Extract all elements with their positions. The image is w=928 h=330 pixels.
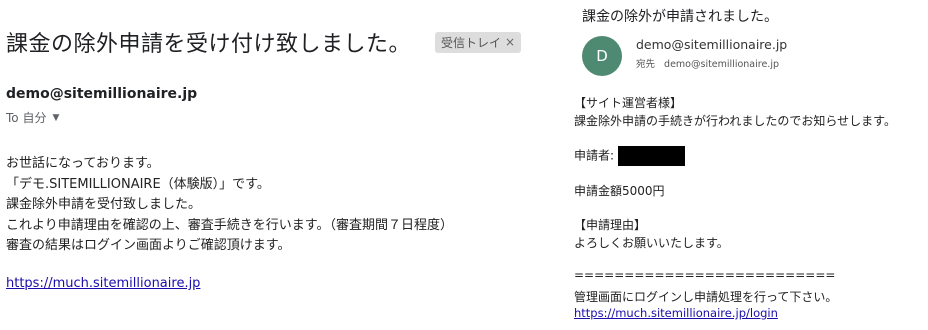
body-line: 「デモ.SITEMILLIONAIRE（体験版）」です。 (6, 176, 270, 192)
email-body: お世話になっております。 「デモ.SITEMILLIONAIRE（体験版）」です… (6, 154, 453, 257)
close-icon[interactable]: × (505, 35, 515, 49)
site-link[interactable]: https://much.sitemillionaire.jp (6, 276, 200, 291)
body-line: これより申請理由を確認の上、審査手続きを行います。（審査期間７日程度） (6, 217, 453, 233)
avatar-initial: D (596, 47, 608, 65)
sender-address[interactable]: demo@sitemillionaire.jp (6, 86, 197, 102)
reason-text: よろしくお願いいたします。 (574, 236, 729, 250)
recipient-row: 宛先 demo@sitemillionaire.jp (636, 56, 779, 70)
recipient-label: To 自分 (6, 111, 47, 125)
body-line: お世話になっております。 (6, 156, 160, 171)
reason-label: 【申請理由】 (574, 218, 647, 232)
subject-row: 課金の除外申請を受け付け致しました。 受信トレイ × (6, 26, 522, 58)
amount-text: 申請金額5000円 (574, 184, 665, 198)
email-subject: 課金の除外が申請されました。 (582, 9, 778, 25)
inbox-label-chip[interactable]: 受信トレイ × (435, 31, 522, 53)
footer-text: 管理画面にログインし申請処理を行って下さい。 (574, 290, 838, 304)
separator-line: ========================== (574, 268, 836, 282)
redacted-block (618, 146, 686, 166)
left-email-pane: 課金の除外申請を受け付け致しました。 受信トレイ × demo@sitemill… (0, 0, 560, 330)
body-line: 審査の結果はログイン画面よりご確認頂けます。 (6, 238, 291, 253)
screenshot-canvas: 課金の除外申請を受け付け致しました。 受信トレイ × demo@sitemill… (0, 0, 928, 330)
recipient-address[interactable]: demo@sitemillionaire.jp (664, 59, 779, 70)
body-line: 課金除外申請を受付致しました。 (6, 197, 202, 212)
greeting: 【サイト運営者様】 (574, 96, 683, 110)
recipient-row[interactable]: To 自分 ▼ (6, 109, 59, 126)
right-email-pane: 課金の除外が申請されました。 D demo@sitemillionaire.jp… (565, 0, 928, 330)
intro-text: 課金除外申請の手続きが行われましたのでお知らせします。 (574, 114, 896, 128)
login-link[interactable]: https://much.sitemillionaire.jp/login (574, 306, 778, 320)
avatar[interactable]: D (582, 36, 622, 76)
email-subject: 課金の除外申請を受け付け致しました。 (6, 32, 412, 57)
inbox-chip-label: 受信トレイ (441, 35, 502, 50)
applicant-row: 申請者: (574, 146, 686, 166)
chevron-down-icon[interactable]: ▼ (52, 113, 59, 123)
sender-address[interactable]: demo@sitemillionaire.jp (636, 37, 787, 52)
recipient-label: 宛先 (636, 59, 656, 70)
applicant-label: 申請者: (574, 148, 615, 163)
